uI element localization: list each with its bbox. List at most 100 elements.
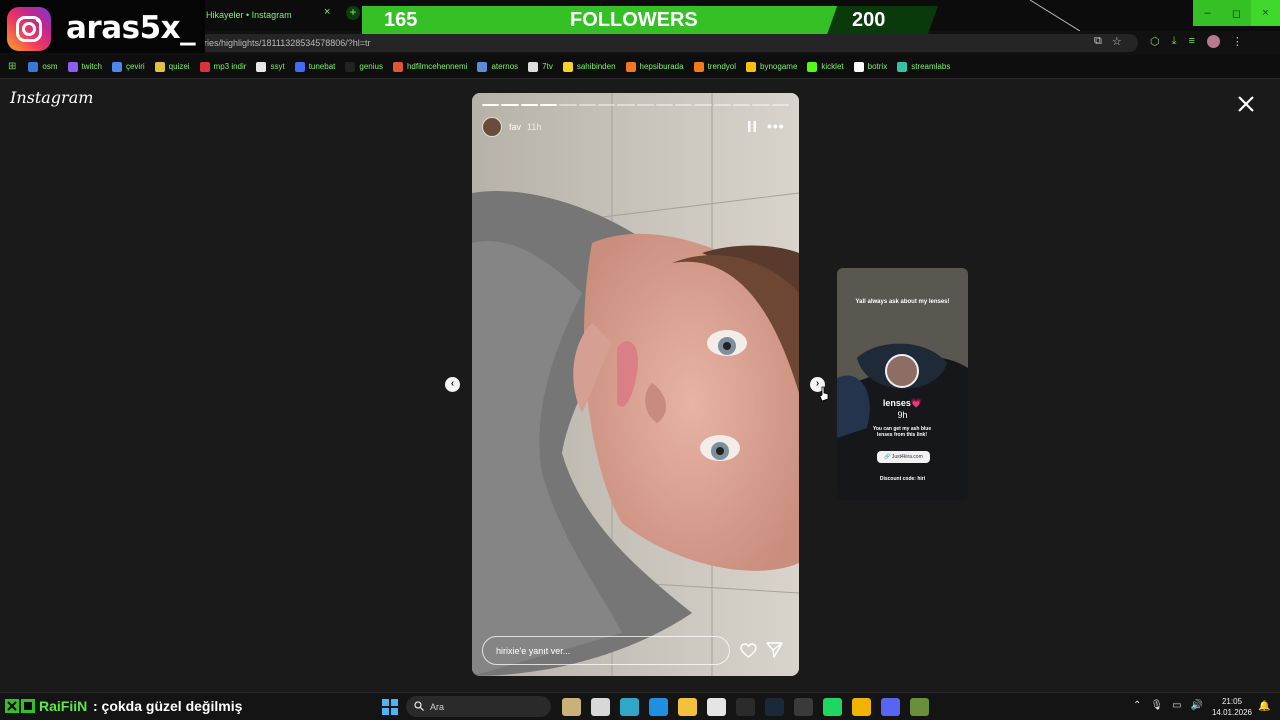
bookmark-botrix[interactable]: botrix xyxy=(853,61,888,72)
bookmark-osm[interactable]: osm xyxy=(28,61,58,72)
profile-avatar[interactable] xyxy=(1206,35,1220,48)
bookmark-streamlabs[interactable]: streamlabs xyxy=(897,61,950,72)
bookmark-hdfilmcehennemi[interactable]: hdfilmcehennemi xyxy=(392,61,467,72)
new-tab-button[interactable]: + xyxy=(346,6,360,20)
progress-segment xyxy=(482,104,500,106)
taskbar-apps xyxy=(562,698,929,716)
next-story-time: 9h xyxy=(897,410,908,420)
chat-message: : çokda güzel değilmiş xyxy=(93,698,243,714)
bookmark-label: tunebat xyxy=(308,62,336,71)
next-story-link-sticker: 🔗 Just4kira.com xyxy=(877,451,930,463)
story-photo xyxy=(472,93,799,676)
minecraft-icon[interactable] xyxy=(910,698,929,716)
previous-story-button[interactable]: ‹ xyxy=(445,377,460,392)
progress-segment xyxy=(559,104,577,106)
bookmark-label: genius xyxy=(359,62,383,71)
omnibox-actions: ⧉ ☆ xyxy=(1094,35,1122,48)
bookmark-tunebat[interactable]: tunebat xyxy=(294,61,336,72)
chrome-icon[interactable] xyxy=(852,698,871,716)
tray-overflow-icon[interactable]: ⌃ xyxy=(1133,700,1141,711)
next-story-preview[interactable]: Yall always ask about my lenses! lenses💗… xyxy=(837,268,968,500)
system-clock[interactable]: 21:05 14.01.2026 xyxy=(1208,696,1256,718)
active-story[interactable]: fav 11h ••• hirixie'e yanıt ver... xyxy=(472,93,799,676)
close-viewer-icon[interactable] xyxy=(1236,94,1256,114)
obs-icon[interactable] xyxy=(794,698,813,716)
instagram-wordmark[interactable]: Instagram xyxy=(10,88,93,107)
spotify-icon[interactable] xyxy=(823,698,842,716)
send-icon[interactable] xyxy=(766,642,783,658)
bookmark-hepsiburada[interactable]: hepsiburada xyxy=(625,61,684,72)
volume-icon[interactable]: 🔊 xyxy=(1191,700,1203,711)
taskbar-search-field[interactable]: Ara xyxy=(406,696,551,717)
story-header: fav 11h ••• xyxy=(482,117,789,137)
widgets-icon[interactable] xyxy=(562,698,581,716)
decorative-line xyxy=(1029,0,1081,31)
download-icon[interactable]: ⤓ xyxy=(1172,35,1177,48)
bookmark-mp3-indir[interactable]: mp3 indir xyxy=(199,61,246,72)
file-explorer-icon[interactable] xyxy=(678,698,697,716)
bookmark-sahibinden[interactable]: sahibinden xyxy=(562,61,616,72)
bookmark-twitch[interactable]: twitch xyxy=(67,61,102,72)
bookmark-label: 7tv xyxy=(542,62,553,71)
bookmark-label: sahibinden xyxy=(576,62,616,71)
url-text: ries/highlights/18111328534578806/?hl=tr xyxy=(204,38,371,48)
bookmark-label: kicklet xyxy=(821,62,844,71)
tab-instagram-stories[interactable]: Hikayeler • Instagram xyxy=(196,4,342,26)
bookmark-favicon-icon xyxy=(807,61,818,72)
install-app-icon[interactable]: ⧉ xyxy=(1094,35,1102,48)
epic-games-icon[interactable] xyxy=(736,698,755,716)
close-window-button[interactable]: × xyxy=(1251,0,1280,26)
story-progress xyxy=(482,104,789,106)
story-avatar[interactable] xyxy=(482,117,502,137)
heart-icon[interactable] xyxy=(740,643,757,658)
next-story-avatar xyxy=(885,354,919,388)
system-tray: ⌃ 🎙 ▭ 🔊 xyxy=(1133,700,1203,711)
reading-list-icon[interactable]: ≡ xyxy=(1188,35,1194,48)
story-username[interactable]: fav xyxy=(509,122,521,132)
pause-icon[interactable] xyxy=(748,121,756,132)
maximize-button[interactable]: ◻ xyxy=(1222,0,1251,26)
bookmark-favicon-icon xyxy=(693,61,704,72)
reply-placeholder: hirixie'e yanıt ver... xyxy=(496,645,571,656)
bookmark-quizei[interactable]: quizei xyxy=(154,61,190,72)
bookmark-star-icon[interactable]: ☆ xyxy=(1112,35,1122,48)
apps-grid-icon[interactable]: ⊞ xyxy=(8,61,16,72)
bookmark-kicklet[interactable]: kicklet xyxy=(807,61,844,72)
progress-segment xyxy=(578,104,596,106)
bookmark-label: botrix xyxy=(867,62,888,71)
notification-bell-icon[interactable]: 🔔 xyxy=(1258,701,1270,712)
store-icon[interactable] xyxy=(707,698,726,716)
bookmark-7tv[interactable]: 7tv xyxy=(528,61,553,72)
tab-title: Hikayeler • Instagram xyxy=(206,10,292,20)
bookmark-ssyt[interactable]: ssyt xyxy=(256,61,285,72)
reply-input[interactable]: hirixie'e yanıt ver... xyxy=(482,636,730,665)
network-icon[interactable]: ▭ xyxy=(1172,700,1181,711)
bookmark-label: aternos xyxy=(491,62,519,71)
start-button[interactable] xyxy=(382,699,398,715)
progress-segment xyxy=(752,104,770,106)
instagram-logo-icon xyxy=(7,7,51,51)
tab-close-icon[interactable]: × xyxy=(324,6,330,18)
url-field[interactable]: ries/highlights/18111328534578806/?hl=tr xyxy=(196,34,1138,52)
bookmark-favicon-icon xyxy=(67,61,78,72)
bookmark-genius[interactable]: genius xyxy=(345,61,383,72)
discord-icon[interactable] xyxy=(881,698,900,716)
task-view-icon[interactable] xyxy=(591,698,610,716)
edge-icon[interactable] xyxy=(649,698,668,716)
edge-alt-icon[interactable] xyxy=(620,698,639,716)
bookmark-favicon-icon xyxy=(392,61,403,72)
extensions-icon[interactable]: ⬡ xyxy=(1150,35,1160,48)
bookmark-bynogame[interactable]: bynogame xyxy=(746,61,797,72)
more-options-icon[interactable]: ••• xyxy=(767,118,785,134)
minimize-button[interactable]: – xyxy=(1193,0,1222,26)
next-story-name: lenses💗 xyxy=(882,398,923,408)
bookmark-trendyol[interactable]: trendyol xyxy=(693,61,736,72)
menu-kebab-icon[interactable]: ⋮ xyxy=(1232,35,1243,48)
microphone-icon[interactable]: 🎙 xyxy=(1150,700,1163,711)
next-story-description: You can get my ash blue lenses from this… xyxy=(872,426,932,438)
bookmark-aternos[interactable]: aternos xyxy=(477,61,519,72)
mouse-cursor-icon xyxy=(819,386,829,402)
progress-segment xyxy=(636,104,654,106)
steam-icon[interactable] xyxy=(765,698,784,716)
bookmark-çeviri[interactable]: çeviri xyxy=(111,61,145,72)
